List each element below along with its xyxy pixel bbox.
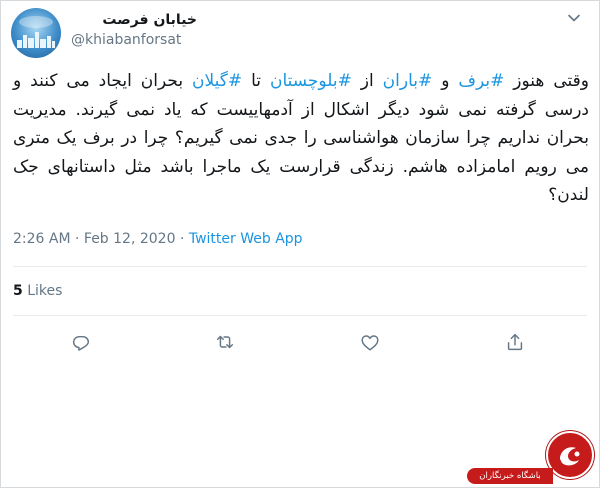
avatar-shine [19, 16, 53, 28]
tweet-text-part: از [351, 71, 383, 91]
source-app-link[interactable]: Twitter Web App [189, 231, 303, 247]
watermark-logo: باشگاه خبرنگاران [461, 425, 600, 488]
tweet-text: وقتی هنوز #برف و #باران از #بلوچستان تا … [13, 67, 589, 210]
tweet-text-part: بحران ایجاد می کنند و درسی گرفته نمی شود… [13, 71, 589, 205]
chevron-down-icon[interactable] [567, 10, 581, 24]
watermark-text: باشگاه خبرنگاران [467, 468, 553, 484]
hashtag-link[interactable]: #گیلان [192, 71, 242, 91]
likes-count[interactable]: 5 Likes [13, 283, 62, 299]
reply-icon[interactable] [70, 331, 92, 353]
avatar[interactable] [11, 8, 61, 58]
divider [13, 266, 587, 267]
tweet-text-part: وقتی هنوز [504, 71, 589, 91]
share-icon[interactable] [504, 331, 526, 353]
avatar-skyline [17, 32, 55, 48]
hashtag-link[interactable]: #بلوچستان [270, 71, 352, 91]
likes-label: Likes [27, 283, 63, 299]
display-name[interactable]: خیابان فرصت [71, 12, 197, 28]
heart-icon[interactable] [359, 331, 381, 353]
tweet-text-part: تا [242, 71, 270, 91]
tweet-card: خیابان فرصت @khiabanforsat وقتی هنوز #بر… [0, 0, 600, 488]
hashtag-link[interactable]: #برف [458, 71, 504, 91]
hashtag-link[interactable]: #باران [383, 71, 433, 91]
likes-number: 5 [13, 283, 23, 299]
watermark-badge [546, 431, 594, 479]
handle[interactable]: @khiabanforsat [71, 32, 181, 48]
retweet-icon[interactable] [214, 331, 236, 353]
tweet-text-part: و [432, 71, 459, 91]
tweet-meta: 2:26 AM · Feb 12, 2020 · Twitter Web App [13, 231, 303, 247]
tweet-time[interactable]: 2:26 AM [13, 231, 71, 247]
meta-separator: · [179, 231, 185, 247]
meta-separator: · [75, 231, 80, 247]
divider [13, 315, 587, 316]
tweet-date[interactable]: Feb 12, 2020 [84, 231, 176, 247]
